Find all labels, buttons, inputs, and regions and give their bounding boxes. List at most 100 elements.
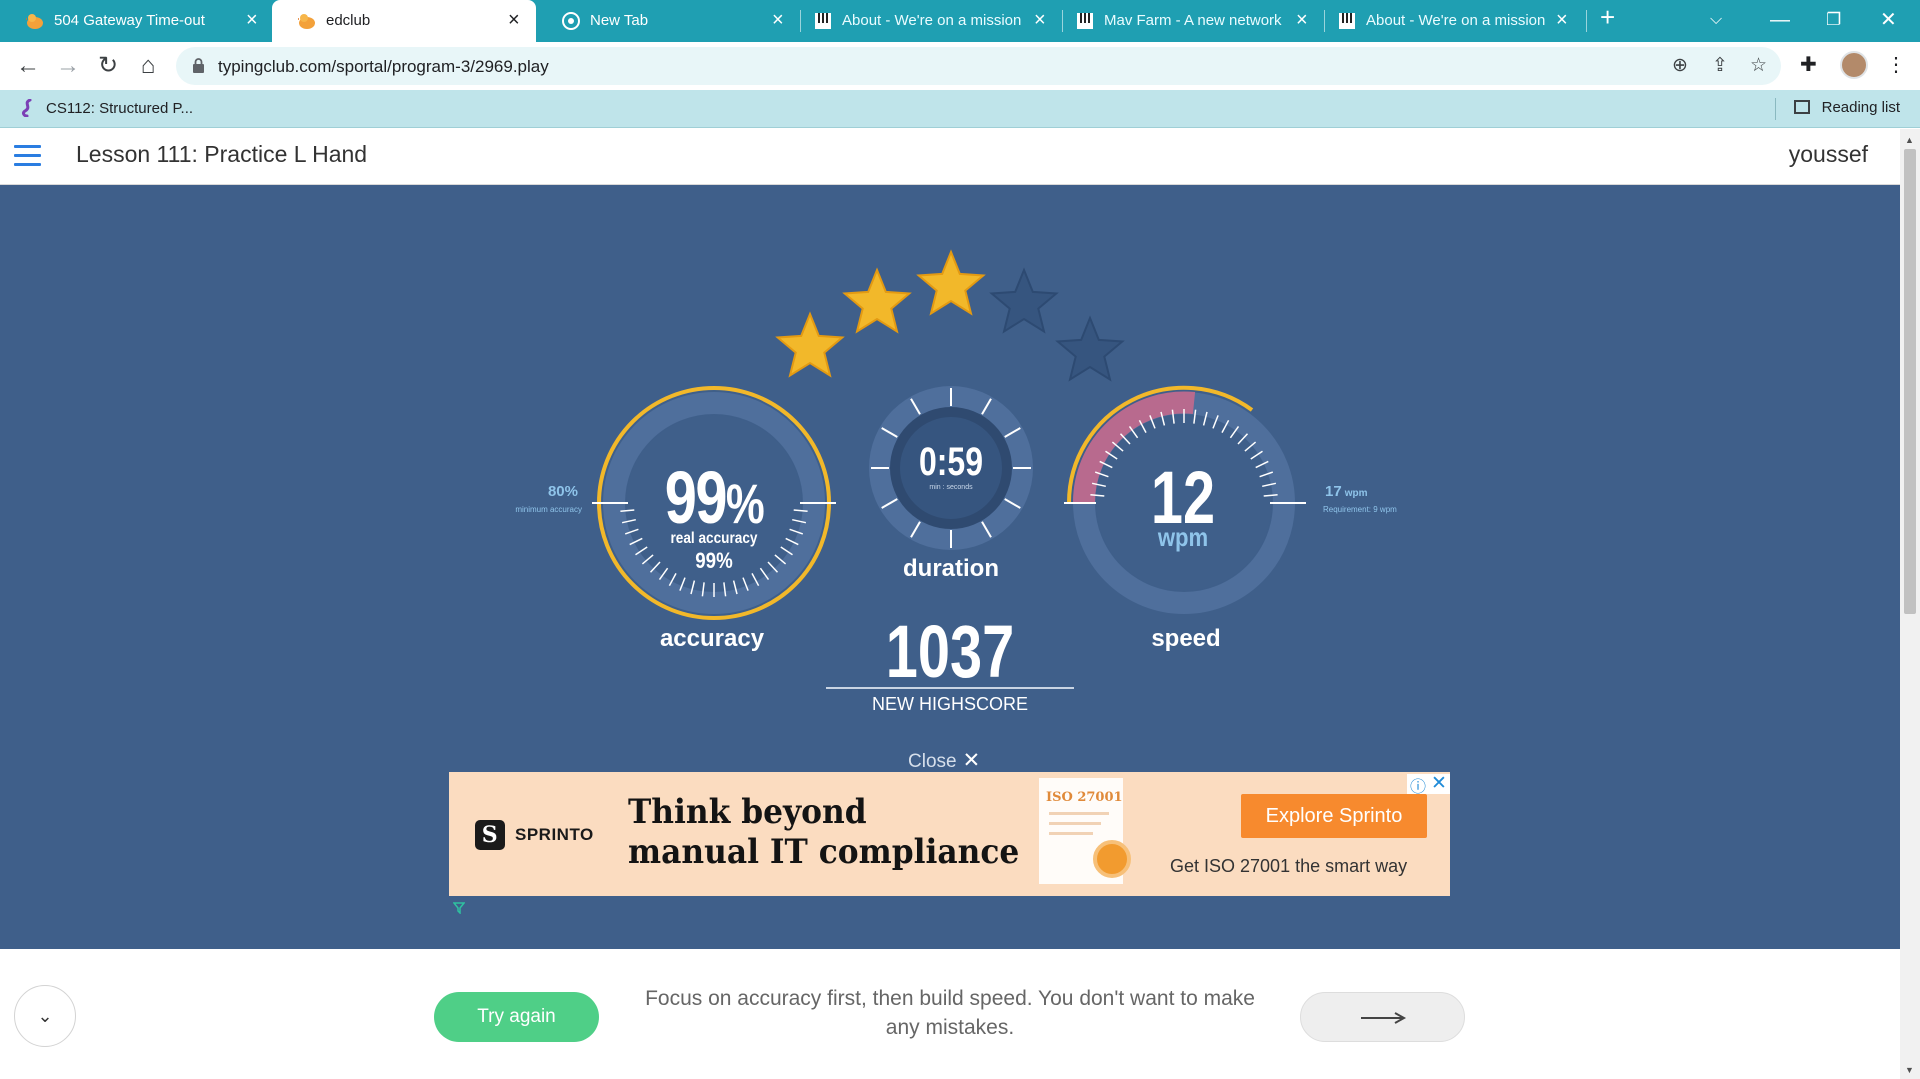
tab-about-mission-2[interactable]: About - We're on a mission × xyxy=(1324,0,1586,42)
close-icon[interactable]: × xyxy=(1556,9,1568,31)
ad-cert-title: ISO 27001 xyxy=(1046,790,1123,805)
lock-icon xyxy=(193,58,204,73)
speed-requirement-value: 17 wpm xyxy=(1325,483,1368,500)
ad-feedback-icon[interactable] xyxy=(453,902,465,914)
accuracy-label: accuracy xyxy=(659,625,765,652)
ad-seal-icon xyxy=(1093,840,1131,878)
sprinto-logo-icon: S xyxy=(475,820,505,850)
scroll-thumb[interactable] xyxy=(1904,149,1916,614)
back-arrow-icon[interactable]: ← xyxy=(14,52,42,80)
star-filled-icon xyxy=(842,267,912,334)
tab-new-tab[interactable]: New Tab × xyxy=(536,0,800,42)
reading-list-icon xyxy=(1793,100,1810,114)
close-icon[interactable]: × xyxy=(246,9,258,31)
more-menu-icon[interactable]: ⋮ xyxy=(1886,52,1906,78)
piano-keys-icon xyxy=(1077,13,1093,29)
piano-keys-icon xyxy=(1339,13,1355,29)
minimize-icon[interactable]: — xyxy=(1770,8,1790,32)
scroll-up-icon[interactable]: ▲ xyxy=(1905,135,1914,145)
url-text: typingclub.com/sportal/program-3/2969.pl… xyxy=(218,57,549,76)
ad-info-icon[interactable]: ⓘ xyxy=(1410,773,1426,797)
tab-title: edclub xyxy=(326,12,371,29)
bookmark-cs112[interactable]: CS112: Structured P... xyxy=(20,99,193,117)
chrome-icon xyxy=(562,12,580,30)
home-icon[interactable]: ⌂ xyxy=(134,52,162,80)
tab-504-gateway[interactable]: 504 Gateway Time-out × xyxy=(0,0,272,42)
minimum-accuracy-value: 80% xyxy=(547,483,578,500)
tab-title: New Tab xyxy=(590,12,649,29)
real-accuracy-label: real accuracy xyxy=(670,530,758,547)
sprinto-ad[interactable]: S SPRINTO Think beyond manual IT complianc… xyxy=(449,772,1450,896)
tab-search-chevron-icon[interactable]: ⌵ xyxy=(1710,8,1722,32)
try-again-button[interactable]: Try again xyxy=(434,992,599,1042)
edclub-duck-icon xyxy=(26,14,43,29)
user-name[interactable]: youssef xyxy=(1789,141,1868,168)
piano-keys-icon xyxy=(815,13,831,29)
star-filled-icon xyxy=(916,249,986,316)
results-footer: ⌄ Try again Focus on accuracy first, the… xyxy=(0,949,1900,1079)
star-filled-icon xyxy=(775,311,845,378)
profile-avatar[interactable] xyxy=(1840,51,1868,79)
share-icon[interactable]: ⇪ xyxy=(1712,56,1728,76)
close-icon[interactable]: × xyxy=(1034,9,1046,31)
ad-cert-line xyxy=(1049,822,1101,825)
highscore-value: 1037 xyxy=(885,610,1015,693)
tab-about-mission[interactable]: About - We're on a mission × xyxy=(800,0,1062,42)
close-icon[interactable]: × xyxy=(508,9,520,31)
window-close-icon[interactable]: ✕ xyxy=(1880,8,1897,32)
speed-label: speed xyxy=(1151,625,1221,652)
page-scrollbar[interactable]: ▲ ▼ xyxy=(1900,129,1920,1079)
speed-requirement-label: Requirement: 9 wpm xyxy=(1323,505,1397,514)
tab-title: 504 Gateway Time-out xyxy=(54,12,205,29)
real-accuracy-value: 99% xyxy=(695,548,733,573)
highscore-label: NEW HIGHSCORE xyxy=(871,694,1028,714)
minimum-accuracy-label: minimum accuracy xyxy=(515,505,582,514)
duration-label: duration xyxy=(903,555,999,582)
new-tab-plus-icon[interactable]: + xyxy=(1600,4,1615,30)
restore-icon[interactable]: ❐ xyxy=(1826,8,1841,32)
close-icon[interactable]: × xyxy=(1296,9,1308,31)
speed-unit: wpm xyxy=(1157,522,1209,552)
next-lesson-button[interactable] xyxy=(1300,992,1465,1042)
lesson-title: Lesson 111: Practice L Hand xyxy=(76,141,368,167)
tip-text: Focus on accuracy first, then build spee… xyxy=(645,987,1255,1039)
star-empty-icon xyxy=(989,267,1059,334)
tab-title: About - We're on a mission xyxy=(1366,12,1546,29)
address-bar[interactable]: typingclub.com/sportal/program-3/2969.pl… xyxy=(176,47,1781,85)
edclub-duck-icon xyxy=(298,14,315,29)
ad-close-icon[interactable]: ✕ xyxy=(1431,772,1447,795)
accuracy-value: 99% xyxy=(664,456,765,539)
scroll-down-icon[interactable]: ▼ xyxy=(1905,1065,1914,1075)
hamburger-menu-icon[interactable] xyxy=(14,145,41,167)
browser-tab-bar: 504 Gateway Time-out × edclub × New Tab … xyxy=(0,0,1920,42)
snake-logo-icon xyxy=(22,99,32,117)
star-empty-icon xyxy=(1055,315,1125,382)
close-icon[interactable]: × xyxy=(772,9,784,31)
right-arrow-icon xyxy=(1361,1012,1407,1024)
reading-list-button[interactable]: Reading list xyxy=(1793,99,1900,116)
extensions-puzzle-icon[interactable]: ✚ xyxy=(1800,52,1817,78)
tab-title: Mav Farm - A new network xyxy=(1104,12,1282,29)
tab-title: About - We're on a mission xyxy=(842,12,1022,29)
close-ad-button[interactable]: Close ✕ xyxy=(908,748,980,773)
highscore-divider xyxy=(826,687,1074,689)
zoom-icon[interactable]: ⊕ xyxy=(1672,56,1688,76)
ad-tagline: Get ISO 27001 the smart way xyxy=(1170,856,1408,876)
ad-cert-line xyxy=(1049,812,1109,815)
reload-icon[interactable]: ↻ xyxy=(94,52,122,80)
bookmark-separator xyxy=(1775,98,1776,120)
ad-headline: Think beyond manual IT compliance xyxy=(628,792,1020,872)
tab-edclub[interactable]: edclub × xyxy=(272,0,536,42)
ad-cta-button[interactable]: Explore Sprinto xyxy=(1241,794,1427,838)
lesson-header: Lesson 111: Practice L Hand youssef xyxy=(0,129,1900,185)
bookmark-label: CS112: Structured P... xyxy=(46,99,194,117)
ad-brand-logo: S SPRINTO xyxy=(475,820,594,850)
forward-arrow-icon[interactable]: → xyxy=(54,52,82,80)
duration-unit: min : seconds xyxy=(929,484,973,491)
results-panel: 99% real accuracy 99% accuracy 80% minim… xyxy=(0,185,1900,949)
bookmark-star-icon[interactable]: ☆ xyxy=(1750,56,1767,76)
tab-mav-farm[interactable]: Mav Farm - A new network × xyxy=(1062,0,1324,42)
bookmarks-bar: CS112: Structured P... Reading list xyxy=(0,90,1920,128)
star-rating xyxy=(775,249,1125,382)
collapse-chevron-icon[interactable]: ⌄ xyxy=(14,985,76,1047)
